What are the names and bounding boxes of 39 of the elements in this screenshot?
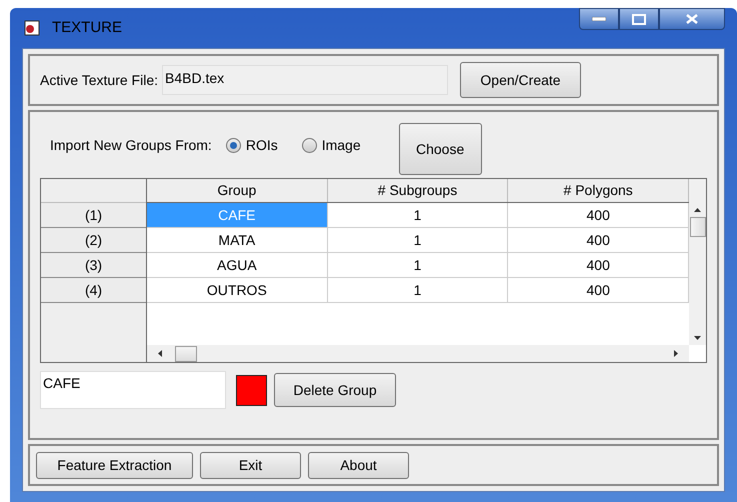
scroll-thumb[interactable] — [690, 217, 706, 237]
close-button[interactable] — [659, 8, 725, 30]
table-cell: 1 — [328, 203, 508, 227]
scroll-thumb[interactable] — [175, 346, 197, 362]
app-icon — [24, 20, 40, 36]
table-cell: 1 — [328, 253, 508, 277]
open-create-button[interactable]: Open/Create — [460, 62, 582, 98]
table-cell: AGUA — [147, 253, 328, 277]
column-header[interactable]: # Subgroups — [328, 179, 508, 202]
column-header[interactable]: Group — [147, 179, 328, 202]
minimize-button[interactable] — [579, 8, 619, 30]
color-swatch[interactable] — [236, 374, 267, 406]
table-cell: 1 — [328, 278, 508, 302]
table-row[interactable]: CAFE 1 400 — [147, 203, 689, 228]
radio-option[interactable]: ROIs — [226, 134, 278, 156]
group-name-field[interactable]: CAFE — [40, 371, 226, 409]
table-cell: OUTROS — [147, 278, 328, 302]
footer-button[interactable]: Exit — [200, 452, 301, 478]
footer-button[interactable]: About — [308, 452, 409, 478]
delete-group-button[interactable]: Delete Group — [274, 373, 396, 407]
active-file-field[interactable]: B4BD.tex — [162, 65, 448, 95]
close-icon — [686, 14, 698, 24]
radio-option[interactable]: Image — [302, 134, 361, 156]
choose-button[interactable]: Choose — [398, 123, 482, 175]
minimize-icon — [592, 17, 606, 21]
table-row[interactable]: OUTROS 1 400 — [147, 278, 689, 303]
table-cell: CAFE — [147, 203, 328, 227]
table-row[interactable]: MATA 1 400 — [147, 228, 689, 253]
vertical-scrollbar[interactable] — [689, 179, 706, 345]
active-file-label: Active Texture File: — [40, 70, 158, 90]
import-label: Import New Groups From: — [50, 136, 212, 155]
table-cell: 1 — [328, 228, 508, 252]
maximize-icon — [632, 14, 646, 24]
window-title: TEXTURE — [52, 18, 122, 38]
maximize-button[interactable] — [619, 8, 659, 30]
horizontal-scrollbar[interactable] — [147, 345, 689, 362]
table-cell: MATA — [147, 228, 328, 252]
table-row[interactable]: AGUA 1 400 — [147, 253, 689, 278]
footer-button[interactable]: Feature Extraction — [36, 452, 193, 478]
